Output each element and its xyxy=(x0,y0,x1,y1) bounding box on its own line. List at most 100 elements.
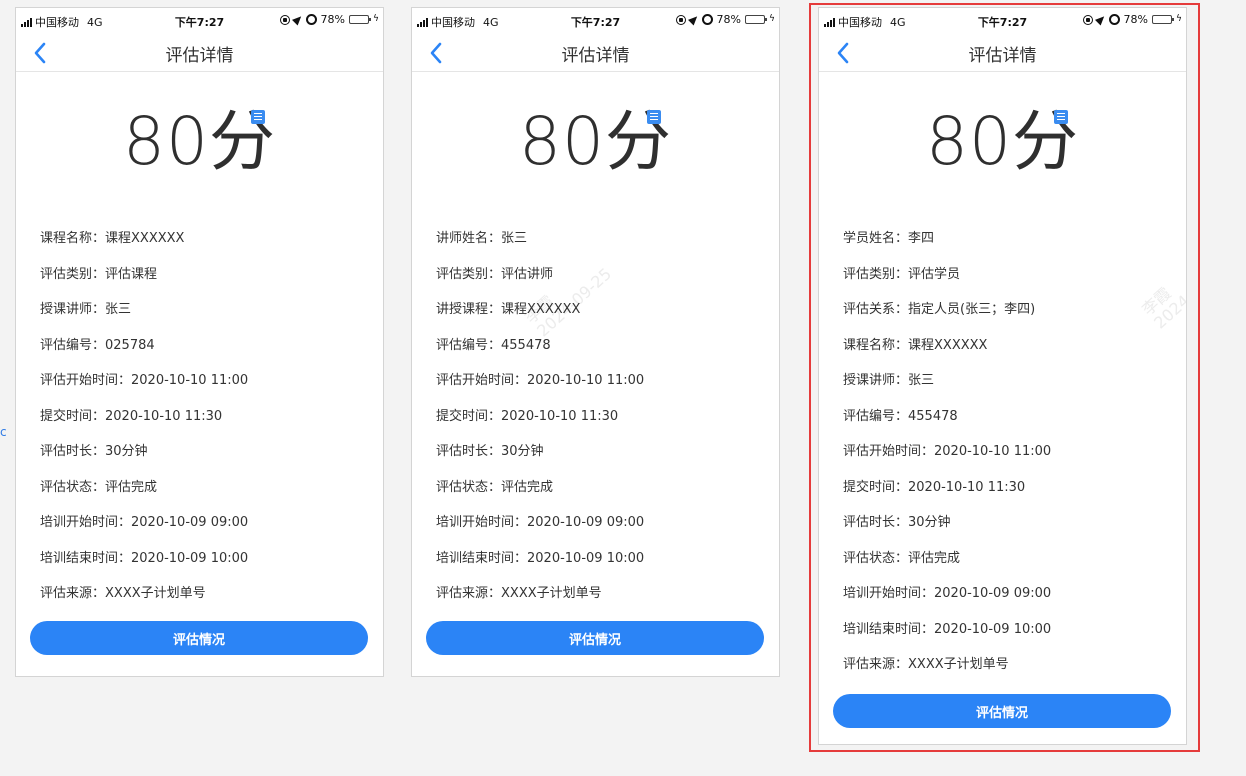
info-row-status: 评估状态：评估完成 xyxy=(436,478,756,514)
field-value: 30分钟 xyxy=(105,444,148,459)
field-value: 评估学员 xyxy=(908,266,961,282)
page-title: 评估详情 xyxy=(968,46,1037,66)
field-value: 张三 xyxy=(908,373,935,388)
document-icon[interactable] xyxy=(647,110,661,124)
evaluation-status-button[interactable]: 评估情况 xyxy=(30,621,368,655)
field-label: 培训开始时间： xyxy=(436,515,528,530)
status-right: 78% ϟ xyxy=(279,13,379,26)
field-label: 授课讲师： xyxy=(40,302,106,317)
lock-rotation-icon xyxy=(279,14,290,25)
info-row-source: 评估来源：XXXX子计划单号 xyxy=(436,584,756,620)
info-row-duration: 评估时长：30分钟 xyxy=(40,442,360,478)
alarm-icon xyxy=(305,14,317,25)
nav-bar: 评估详情 xyxy=(412,34,779,72)
document-icon[interactable] xyxy=(1054,110,1068,124)
field-value: 张三 xyxy=(105,302,132,317)
field-label: 评估时长： xyxy=(40,444,106,459)
field-label: 评估状态： xyxy=(436,479,502,495)
field-label: 评估关系： xyxy=(843,302,909,317)
field-label: 评估来源： xyxy=(40,586,106,601)
field-label: 培训结束时间： xyxy=(40,550,132,566)
field-label: 评估开始时间： xyxy=(40,373,132,388)
status-bar: 中国移动 4G 下午7:27 78% ϟ xyxy=(412,8,779,34)
field-label: 培训开始时间： xyxy=(843,586,935,601)
status-bar: 中国移动 4G 下午7:27 78% ϟ xyxy=(16,8,383,34)
info-row-course-name: 课程名称：课程XXXXXX xyxy=(843,336,1163,372)
info-row-evaluation-number: 评估编号：455478 xyxy=(843,407,1163,443)
battery-icon xyxy=(745,15,767,24)
charging-icon: ϟ xyxy=(769,14,775,24)
alarm-icon xyxy=(701,14,713,25)
info-row-evaluation-category: 评估类别：评估课程 xyxy=(40,265,360,301)
info-row-training-end: 培训结束时间：2020-10-09 10:00 xyxy=(436,549,756,585)
field-value: 2020-10-10 11:00 xyxy=(934,444,1052,459)
info-row-submit-time: 提交时间：2020-10-10 11:30 xyxy=(436,407,756,443)
info-row-submit-time: 提交时间：2020-10-10 11:30 xyxy=(843,478,1163,514)
field-label: 评估开始时间： xyxy=(436,373,528,388)
info-row-duration: 评估时长：30分钟 xyxy=(843,513,1163,549)
evaluation-status-button[interactable]: 评估情况 xyxy=(833,694,1171,728)
page-title: 评估详情 xyxy=(561,46,630,66)
info-row-duration: 评估时长：30分钟 xyxy=(436,442,756,478)
field-label: 授课讲师： xyxy=(843,373,909,388)
battery-percentage: 78% xyxy=(320,13,345,26)
info-row-evaluation-relation: 评估关系：指定人员(张三；李四) xyxy=(843,300,1163,336)
field-label: 培训开始时间： xyxy=(40,515,132,530)
info-row-start-time: 评估开始时间：2020-10-10 11:00 xyxy=(436,371,756,407)
info-row-training-start: 培训开始时间：2020-10-09 09:00 xyxy=(40,513,360,549)
evaluation-status-button[interactable]: 评估情况 xyxy=(426,621,764,655)
info-row-submit-time: 提交时间：2020-10-10 11:30 xyxy=(40,407,360,443)
info-row-start-time: 评估开始时间：2020-10-10 11:00 xyxy=(843,442,1163,478)
battery-percentage: 78% xyxy=(1123,13,1148,26)
score-block: 80分 xyxy=(819,72,1186,196)
info-row-training-start: 培训开始时间：2020-10-09 09:00 xyxy=(436,513,756,549)
field-value: 李四 xyxy=(908,231,935,246)
info-row-source: 评估来源：XXXX子计划单号 xyxy=(843,655,1163,691)
document-icon[interactable] xyxy=(251,110,265,124)
info-row-status: 评估状态：评估完成 xyxy=(843,549,1163,585)
field-label: 评估开始时间： xyxy=(843,444,935,459)
status-bar: 中国移动 4G 下午7:27 78% ϟ xyxy=(819,8,1186,34)
info-row-evaluation-number: 评估编号：025784 xyxy=(40,336,360,372)
battery-icon xyxy=(349,15,371,24)
info-row-source: 评估来源：XXXX子计划单号 xyxy=(40,584,360,620)
field-label: 评估类别： xyxy=(843,266,909,282)
field-value: XXXX子计划单号 xyxy=(908,657,1009,672)
field-value: 评估完成 xyxy=(105,479,158,495)
info-row-student-name: 学员姓名：李四 xyxy=(843,229,1163,265)
field-value: XXXX子计划单号 xyxy=(105,586,206,601)
field-label: 培训结束时间： xyxy=(436,550,528,566)
field-label: 提交时间： xyxy=(436,408,502,424)
info-row-training-end: 培训结束时间：2020-10-09 10:00 xyxy=(843,620,1163,656)
info-row-lecturer-name: 讲师姓名：张三 xyxy=(436,229,756,265)
score-value: 80分 xyxy=(519,103,672,180)
field-label: 课程名称： xyxy=(40,231,106,246)
field-label: 提交时间： xyxy=(843,479,909,495)
field-label: 评估状态： xyxy=(40,479,106,495)
field-value: 2020-10-10 11:00 xyxy=(527,373,645,388)
status-right: 78% ϟ xyxy=(1082,13,1182,26)
phone-screen-student-evaluation: 中国移动 4G 下午7:27 78% ϟ 评估详情 80分 李霞 2024-09… xyxy=(818,7,1187,745)
location-icon xyxy=(687,13,700,26)
location-icon xyxy=(291,13,304,26)
field-label: 评估时长： xyxy=(436,444,502,459)
field-value: 455478 xyxy=(908,408,958,424)
score-block: 80分 xyxy=(412,72,779,196)
info-row-training-start: 培训开始时间：2020-10-09 09:00 xyxy=(843,584,1163,620)
info-row-start-time: 评估开始时间：2020-10-10 11:00 xyxy=(40,371,360,407)
field-value: 455478 xyxy=(501,337,551,353)
phone-screen-course-evaluation: 中国移动 4G 下午7:27 78% ϟ 评估详情 80分 课程名称：课程XXX… xyxy=(15,7,384,677)
field-value: 30分钟 xyxy=(908,515,951,530)
score-value: 80分 xyxy=(926,103,1079,180)
field-value: 评估完成 xyxy=(501,479,554,495)
field-value: 025784 xyxy=(105,337,155,353)
field-label: 评估编号： xyxy=(843,408,909,424)
info-list: 讲师姓名：张三 评估类别：评估讲师 讲授课程：课程XXXXXX 评估编号：455… xyxy=(436,229,756,620)
field-value: 课程XXXXXX xyxy=(501,302,581,317)
field-value: 评估讲师 xyxy=(501,266,554,282)
field-label: 课程名称： xyxy=(843,337,909,353)
battery-icon xyxy=(1152,15,1174,24)
nav-bar: 评估详情 xyxy=(16,34,383,72)
nav-bar: 评估详情 xyxy=(819,34,1186,72)
field-value: 2020-10-10 11:30 xyxy=(105,408,223,424)
